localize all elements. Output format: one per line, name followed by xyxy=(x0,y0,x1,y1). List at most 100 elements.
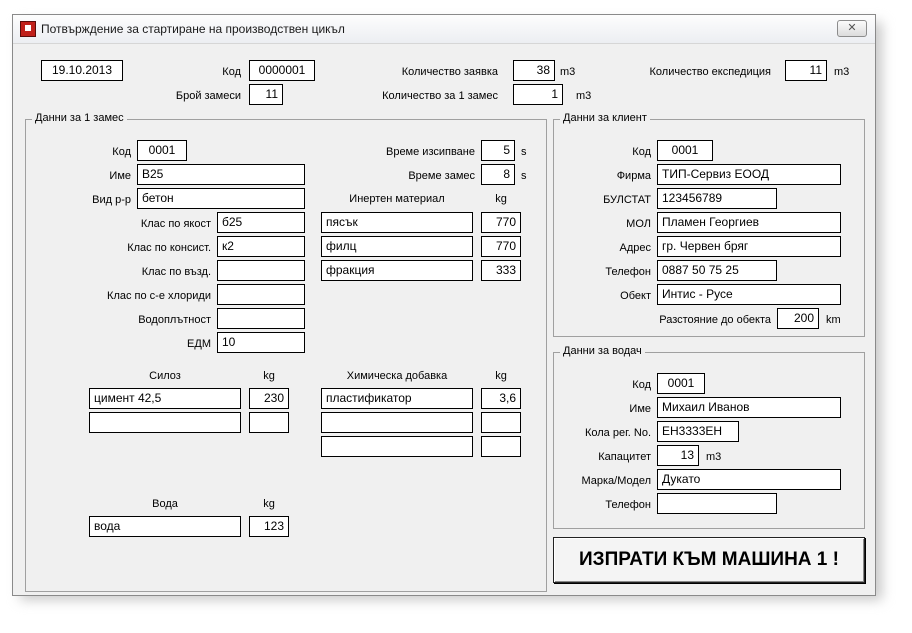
silo-row-name[interactable] xyxy=(89,412,241,433)
strength-label: Клас по якост xyxy=(140,218,211,230)
driver-phone-field[interactable] xyxy=(657,493,777,514)
client-phone-field[interactable]: 0887 50 75 25 xyxy=(657,260,777,281)
capacity-field[interactable]: 13 xyxy=(657,445,699,466)
driver-group-title: Данни за водач xyxy=(560,345,645,357)
silo-row-kg[interactable] xyxy=(249,412,289,433)
silo-kg-header: kg xyxy=(263,370,275,382)
water-kg-field[interactable]: 123 xyxy=(249,516,289,537)
mixes-field[interactable]: 11 xyxy=(249,84,283,105)
pour-time-field[interactable]: 5 xyxy=(481,140,515,161)
chloride-label: Клас по с-е хлориди xyxy=(107,290,211,302)
distance-label: Разстояние до обекта xyxy=(659,314,771,326)
ordered-unit: m3 xyxy=(560,66,576,78)
mol-field[interactable]: Пламен Георгиев xyxy=(657,212,841,233)
title-bar[interactable]: Потвърждение за стартиране на производст… xyxy=(13,15,875,44)
send-to-machine-button[interactable]: ИЗПРАТИ КЪМ МАШИНА 1 ! xyxy=(553,537,865,583)
pour-time-unit: s xyxy=(521,146,527,158)
dialog-body: 19.10.2013 Код 0000001 Брой замеси 11 Ко… xyxy=(13,44,875,595)
mix-name-label: Име xyxy=(109,170,131,182)
driver-code-label: Код xyxy=(632,379,651,391)
app-icon xyxy=(20,21,36,37)
inert-row-kg[interactable]: 333 xyxy=(481,260,521,281)
mix-code-label: Код xyxy=(112,146,131,158)
company-field[interactable]: ТИП-Сервиз ЕООД xyxy=(657,164,841,185)
model-label: Марка/Модел xyxy=(581,475,651,487)
address-field[interactable]: гр. Червен бряг xyxy=(657,236,841,257)
address-label: Адрес xyxy=(619,242,652,254)
code-field[interactable]: 0000001 xyxy=(249,60,315,81)
chem-row-name[interactable]: пластификатор xyxy=(321,388,473,409)
mix-time-field[interactable]: 8 xyxy=(481,164,515,185)
shipped-label: Количество експедиция xyxy=(649,66,771,78)
close-button[interactable]: ✕ xyxy=(837,20,867,37)
inert-kg-header: kg xyxy=(495,193,507,205)
client-code-field[interactable]: 0001 xyxy=(657,140,713,161)
water-tight-field[interactable] xyxy=(217,308,305,329)
water-tight-label: Водоплътност xyxy=(138,314,211,326)
plate-field[interactable]: ЕН3333ЕН xyxy=(657,421,739,442)
capacity-label: Капацитет xyxy=(598,451,651,463)
water-name-field[interactable]: вода xyxy=(89,516,241,537)
mix-type-label: Вид р-р xyxy=(92,194,131,206)
driver-phone-label: Телефон xyxy=(605,499,651,511)
edm-label: ЕДМ xyxy=(187,338,211,350)
inert-row-kg[interactable]: 770 xyxy=(481,212,521,233)
chem-kg-header: kg xyxy=(495,370,507,382)
strength-field[interactable]: б25 xyxy=(217,212,305,233)
silo-row-name[interactable]: цимент 42,5 xyxy=(89,388,241,409)
chem-header: Химическа добавка xyxy=(346,370,448,382)
inert-row-name[interactable]: филц xyxy=(321,236,473,257)
driver-name-field[interactable]: Михаил Иванов xyxy=(657,397,841,418)
mix-time-unit: s xyxy=(521,170,527,182)
model-field[interactable]: Дукато xyxy=(657,469,841,490)
confirm-dialog: Потвърждение за стартиране на производст… xyxy=(12,14,876,596)
distance-field[interactable]: 200 xyxy=(777,308,819,329)
bulstat-field[interactable]: 123456789 xyxy=(657,188,777,209)
code-label: Код xyxy=(222,66,241,78)
chem-row-kg[interactable] xyxy=(481,412,521,433)
driver-code-field[interactable]: 0001 xyxy=(657,373,705,394)
capacity-unit: m3 xyxy=(706,451,722,463)
mix-name-field[interactable]: B25 xyxy=(137,164,305,185)
inert-row-kg[interactable]: 770 xyxy=(481,236,521,257)
chem-row-kg[interactable]: 3,6 xyxy=(481,388,521,409)
date-field[interactable]: 19.10.2013 xyxy=(41,60,123,81)
mix-type-field[interactable]: бетон xyxy=(137,188,305,209)
consistency-label: Клас по консист. xyxy=(127,242,211,254)
silo-row-kg[interactable]: 230 xyxy=(249,388,289,409)
mol-label: МОЛ xyxy=(626,218,651,230)
mix-code-field[interactable]: 0001 xyxy=(137,140,187,161)
chloride-field[interactable] xyxy=(217,284,305,305)
chem-row-kg[interactable] xyxy=(481,436,521,457)
consistency-field[interactable]: к2 xyxy=(217,236,305,257)
mixes-label: Брой замеси xyxy=(175,90,241,102)
per-mix-label: Количество за 1 замес xyxy=(382,90,498,102)
close-icon: ✕ xyxy=(847,22,857,34)
pour-time-label: Време изсипване xyxy=(385,146,475,158)
shipped-unit: m3 xyxy=(834,66,850,78)
site-field[interactable]: Интис - Русе xyxy=(657,284,841,305)
ordered-label: Количество заявка xyxy=(401,66,498,78)
bulstat-label: БУЛСТАТ xyxy=(603,194,651,206)
inert-row-name[interactable]: фракция xyxy=(321,260,473,281)
site-label: Обект xyxy=(620,290,651,302)
air-label: Клас по възд. xyxy=(141,266,211,278)
silo-header: Силоз xyxy=(149,370,181,382)
client-phone-label: Телефон xyxy=(605,266,651,278)
air-field[interactable] xyxy=(217,260,305,281)
chem-row-name[interactable] xyxy=(321,436,473,457)
water-kg-header: kg xyxy=(263,498,275,510)
chem-row-name[interactable] xyxy=(321,412,473,433)
inert-row-name[interactable]: пясък xyxy=(321,212,473,233)
client-group-title: Данни за клиент xyxy=(560,112,650,124)
ordered-field[interactable]: 38 xyxy=(513,60,555,81)
distance-unit: km xyxy=(826,314,841,326)
client-code-label: Код xyxy=(632,146,651,158)
inert-header: Инертен материал xyxy=(349,193,445,205)
mix-time-label: Време замес xyxy=(408,170,475,182)
edm-field[interactable]: 10 xyxy=(217,332,305,353)
shipped-field[interactable]: 11 xyxy=(785,60,827,81)
per-mix-field[interactable]: 1 xyxy=(513,84,563,105)
water-header: Вода xyxy=(152,498,178,510)
window-title: Потвърждение за стартиране на производст… xyxy=(41,22,345,36)
